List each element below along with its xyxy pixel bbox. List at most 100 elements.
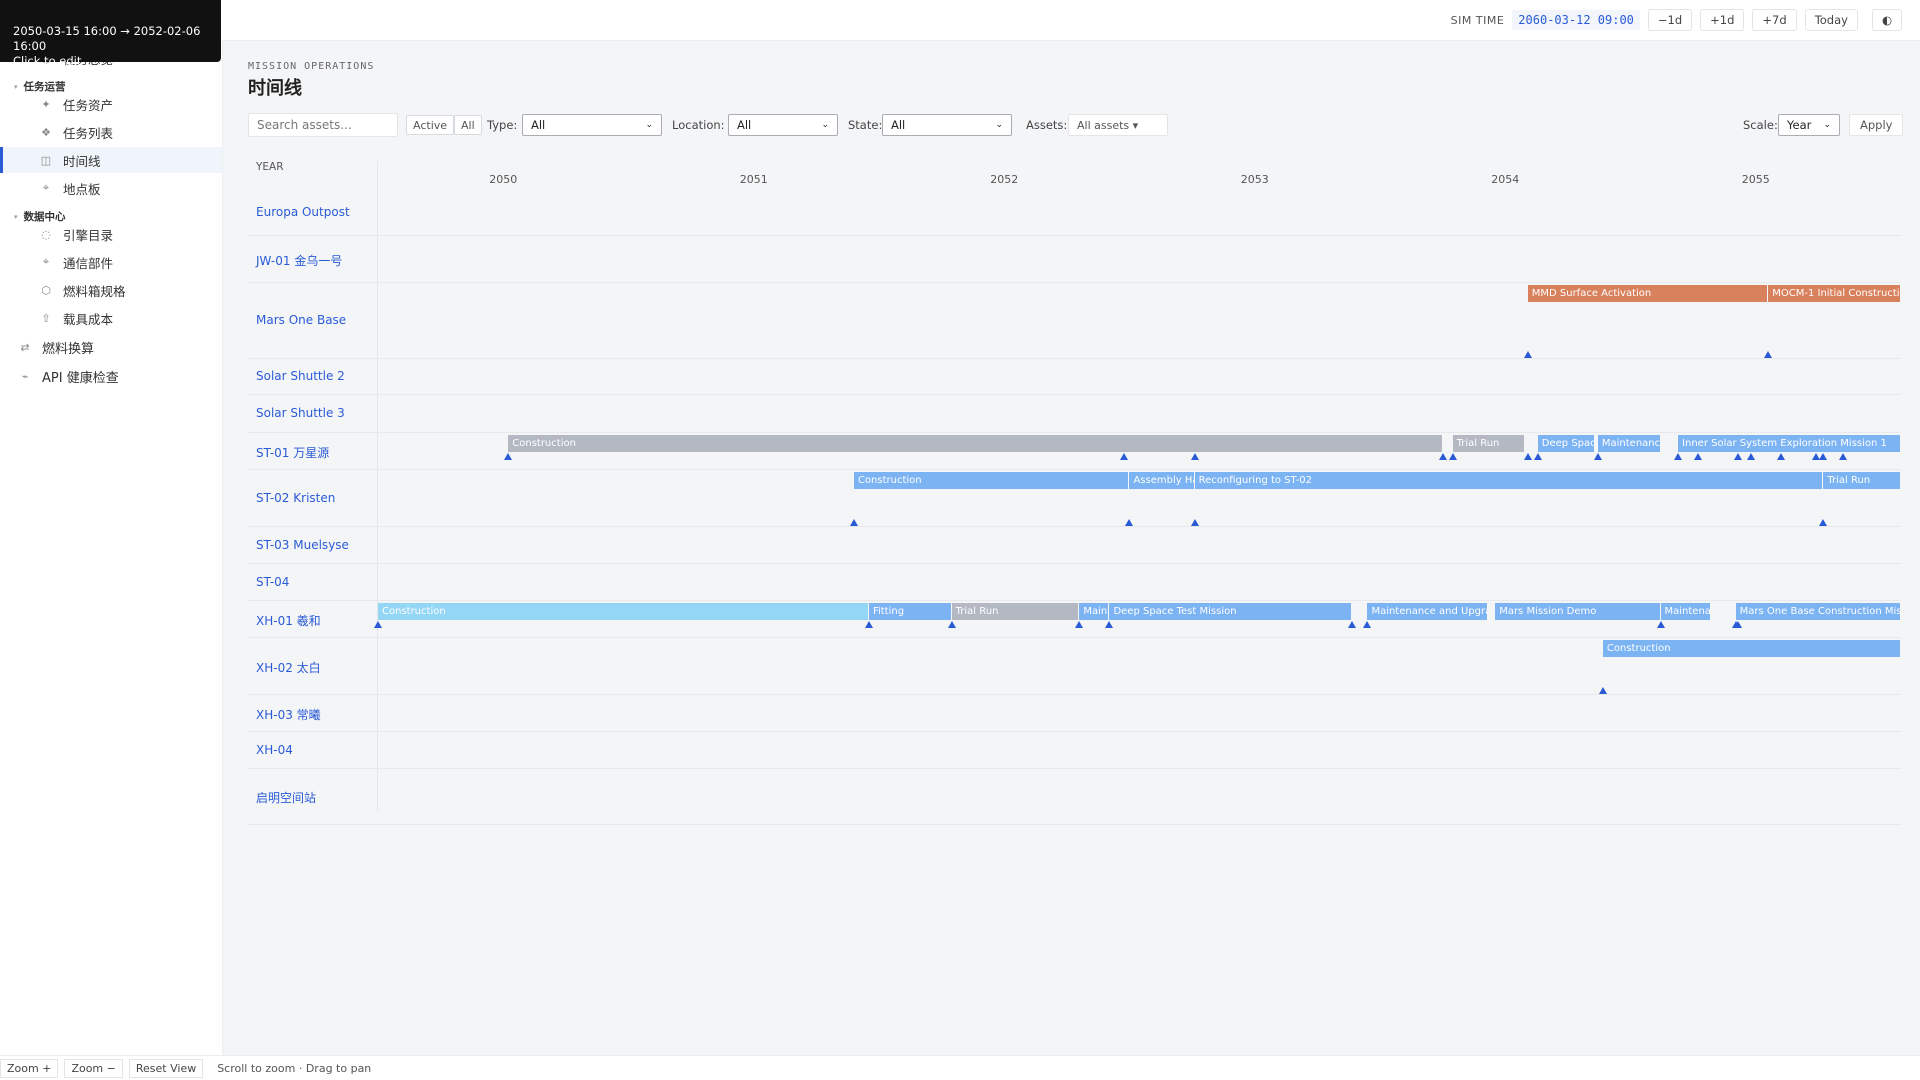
milestone-marker-icon[interactable] (1363, 621, 1372, 628)
reset-view-button[interactable]: Reset View (128, 1058, 204, 1078)
milestone-marker-icon[interactable] (1448, 453, 1457, 460)
sidebar-item[interactable]: ❖ 任务列表 (0, 119, 222, 145)
type-select[interactable]: All ⌄ (522, 114, 662, 136)
milestone-marker-icon[interactable] (1523, 453, 1532, 460)
asset-link[interactable]: Solar Shuttle 3 (256, 406, 345, 420)
asset-link[interactable]: ST-01 万星源 (256, 444, 329, 461)
timeline-bar[interactable]: Deep Space Test Mission (1109, 603, 1352, 620)
milestone-marker-icon[interactable] (1819, 453, 1828, 460)
timeline-bar[interactable]: Trial Run (1452, 435, 1525, 452)
scale-select[interactable]: Year ⌄ (1778, 114, 1840, 136)
all-filter-button[interactable]: All (454, 115, 482, 135)
asset-link[interactable]: JW-01 金乌一号 (256, 252, 342, 269)
sidebar-item[interactable]: ◫ 时间线 (0, 147, 222, 173)
plus-7d-button[interactable]: +7d (1752, 9, 1797, 31)
milestone-marker-icon[interactable] (1674, 453, 1683, 460)
timeline-row: Mars One Base MMD Surface Activation MOCM-… (248, 283, 1901, 359)
timeline-row: 启明空间站 (248, 769, 1901, 825)
sidebar-item[interactable]: ⌖ 地点板 (0, 175, 222, 201)
sidebar-item[interactable]: ⌖ 通信部件 (0, 249, 222, 275)
asset-link[interactable]: XH-04 (256, 743, 293, 757)
milestone-marker-icon[interactable] (849, 519, 858, 526)
asset-link[interactable]: ST-03 Muelsyse (256, 538, 349, 552)
milestone-marker-icon[interactable] (1734, 621, 1743, 628)
timeline-bar[interactable]: Mars One Base Construction Mission (1735, 603, 1900, 620)
milestone-marker-icon[interactable] (1656, 621, 1665, 628)
milestone-marker-icon[interactable] (1190, 453, 1199, 460)
milestone-marker-icon[interactable] (1839, 453, 1848, 460)
sidebar-item[interactable]: ◌ 引擎目录 (0, 221, 222, 247)
assets-select[interactable]: All assets ▾ (1068, 114, 1168, 136)
milestone-marker-icon[interactable] (1523, 351, 1532, 358)
apply-button[interactable]: Apply (1849, 114, 1904, 136)
sidebar-item[interactable]: ⇄ 燃料换算 (0, 333, 222, 362)
milestone-marker-icon[interactable] (1598, 687, 1607, 694)
sidebar-item[interactable]: ⇧ 载具成本 (0, 305, 222, 331)
timeline-bar[interactable]: Construction (1602, 640, 1900, 657)
search-input[interactable]: Search assets... (248, 113, 398, 137)
timeline-bar[interactable]: Construction (508, 435, 1442, 452)
milestone-marker-icon[interactable] (1105, 621, 1114, 628)
timeline-bar[interactable]: Inner Solar System Exploration Mission 1 (1678, 435, 1900, 452)
timeline-bar[interactable]: Trial Run (1823, 472, 1900, 489)
asset-link[interactable]: Mars One Base (256, 313, 346, 327)
timeline-bar[interactable]: Deep Space (1537, 435, 1595, 452)
active-filter-button[interactable]: Active (406, 115, 455, 135)
timeline-bar[interactable]: Reconfiguring to ST-02 (1194, 472, 1823, 489)
asset-link[interactable]: XH-03 常曦 (256, 706, 321, 723)
milestone-marker-icon[interactable] (1694, 453, 1703, 460)
milestone-marker-icon[interactable] (1190, 519, 1199, 526)
timeline-chart[interactable]: YEAR 2050 2051 2052 2053 2054 2055 Europa Outp… (248, 161, 1901, 825)
milestone-marker-icon[interactable] (864, 621, 873, 628)
asset-link[interactable]: ST-02 Kristen (256, 491, 335, 505)
milestone-marker-icon[interactable] (1438, 453, 1447, 460)
caret-down-icon: ▾ (14, 82, 18, 91)
asset-link[interactable]: XH-02 太白 (256, 659, 321, 676)
plus-1d-button[interactable]: +1d (1700, 9, 1745, 31)
milestone-marker-icon[interactable] (1120, 453, 1129, 460)
timeline-bar[interactable]: Maintenance (1597, 435, 1660, 452)
milestone-marker-icon[interactable] (1819, 519, 1828, 526)
asset-link[interactable]: 启明空间站 (256, 789, 316, 806)
timeline-bar[interactable]: Maintenance (1660, 603, 1710, 620)
location-select[interactable]: All ⌄ (728, 114, 838, 136)
state-select[interactable]: All ⌄ (882, 114, 1012, 136)
timeline-bar[interactable]: MOCM-1 Initial Construction (1768, 285, 1900, 302)
zoom-in-button[interactable]: Zoom + (0, 1058, 59, 1078)
milestone-marker-icon[interactable] (1734, 453, 1743, 460)
timeline-bar[interactable]: Mars Mission Demo (1495, 603, 1660, 620)
sidebar-item[interactable]: ⬡ 燃料箱规格 (0, 277, 222, 303)
timeline-bar[interactable]: MMD Surface Activation (1527, 285, 1768, 302)
asset-link[interactable]: Europa Outpost (256, 205, 350, 219)
timeline-bar[interactable]: Assembly Halt (1129, 472, 1194, 489)
milestone-marker-icon[interactable] (1764, 351, 1773, 358)
today-button[interactable]: Today (1804, 9, 1858, 31)
minus-1d-button[interactable]: −1d (1647, 9, 1693, 31)
sidebar-item[interactable]: ⌁ API 健康检查 (0, 362, 222, 391)
milestone-marker-icon[interactable] (1348, 621, 1357, 628)
sidebar-item[interactable]: ✦ 任务资产 (0, 91, 222, 117)
sim-time-value[interactable]: 2060-03-12 09:00 (1512, 10, 1640, 30)
theme-toggle-icon[interactable]: ◐ (1871, 9, 1902, 31)
milestone-marker-icon[interactable] (1533, 453, 1542, 460)
milestone-marker-icon[interactable] (374, 621, 382, 628)
asset-link[interactable]: ST-04 (256, 575, 289, 589)
zoom-out-button[interactable]: Zoom − (64, 1058, 123, 1078)
milestone-marker-icon[interactable] (1075, 621, 1084, 628)
location-pin-icon: ⌖ (42, 181, 50, 194)
timeline-bar[interactable]: Trial Run (951, 603, 1079, 620)
timeline-bar[interactable]: Construction (378, 603, 868, 620)
milestone-marker-icon[interactable] (1125, 519, 1134, 526)
timeline-row: XH-02 太白 Construction (248, 638, 1901, 695)
milestone-marker-icon[interactable] (1746, 453, 1755, 460)
milestone-marker-icon[interactable] (1776, 453, 1785, 460)
asset-link[interactable]: Solar Shuttle 2 (256, 369, 345, 383)
timeline-bar[interactable]: Construction (853, 472, 1129, 489)
milestone-marker-icon[interactable] (504, 453, 513, 460)
asset-link[interactable]: XH-01 羲和 (256, 612, 321, 629)
timeline-bar[interactable]: Maint (1079, 603, 1109, 620)
milestone-marker-icon[interactable] (1593, 453, 1602, 460)
timeline-bar[interactable]: Fitting (868, 603, 951, 620)
timeline-bar[interactable]: Maintenance and Upgrades (1367, 603, 1487, 620)
milestone-marker-icon[interactable] (947, 621, 956, 628)
